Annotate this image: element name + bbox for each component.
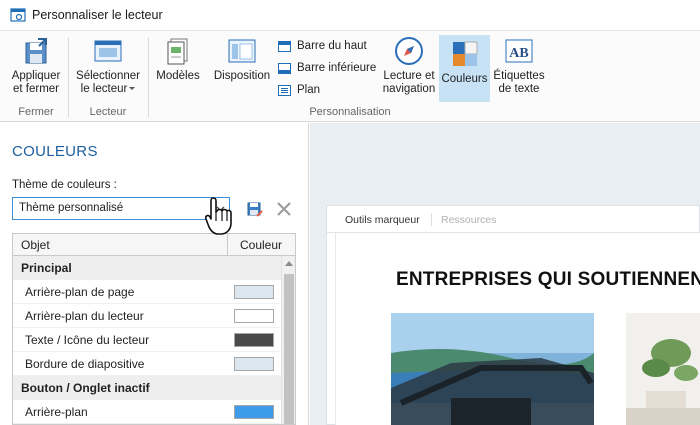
table-section: Principal [13,256,281,280]
outline-icon [278,84,291,96]
color-palette-icon [452,41,477,66]
ribbon-separator [68,37,69,117]
table-header: Objet Couleur [13,234,295,256]
colors-label: Couleurs [441,73,488,85]
theme-label: Thème de couleurs : [12,179,117,191]
table-scrollbar[interactable] [281,256,295,424]
scroll-up-icon[interactable] [285,261,293,266]
layout-button[interactable]: Disposition [210,35,274,83]
plant-photo [626,313,700,425]
app-icon [10,8,26,22]
tab-marker-tools[interactable]: Outils marqueur [345,214,420,226]
row-label: Bordure de diapositive [25,357,145,371]
scroll-thumb[interactable] [284,274,294,424]
layout-icon [228,39,256,63]
slide-title: ENTREPRISES QUI SOUTIENNENT [396,269,700,290]
section-label: Principal [21,261,72,275]
table-section: Bouton / Onglet inactif [13,376,281,400]
ribbon: Appliquer et fermer Fermer Sélectionner … [0,31,700,122]
row-label: Arrière-plan de page [25,285,135,299]
hand-cursor-icon [205,197,232,235]
bottom-bar-label: Barre inférieure [297,62,377,74]
window-title: Personnaliser le lecteur [32,8,163,22]
row-label: Arrière-plan [25,405,88,419]
preview-frame: Outils marqueur Ressources ENTREPRISES Q… [326,205,700,425]
colors-table: Objet Couleur Principal Arrière-plan de … [12,233,296,425]
column-header-object: Objet [21,238,50,252]
apply-line1: Appliquer [11,70,61,82]
player-window-icon [94,40,122,62]
top-bar-label: Barre du haut [297,40,367,52]
colors-button[interactable]: Couleurs [439,35,490,102]
group-label-customization: Personnalisation [309,106,391,118]
templates-icon [167,38,188,65]
title-bar: Personnaliser le lecteur [0,0,700,31]
color-swatch[interactable] [234,357,274,371]
tab-separator [431,213,432,226]
text-labels-button[interactable]: AB Étiquettes de texte [492,35,546,96]
row-label: Texte / Icône du lecteur [25,333,150,347]
theme-select[interactable]: Thème personnalisé [12,197,230,220]
playback-navigation-button[interactable]: Lecture et navigation [380,35,438,96]
colors-panel: COULEURS Thème de couleurs : Thème perso… [0,123,309,425]
apply-close-button[interactable]: Appliquer et fermer [8,35,64,96]
top-bar-button[interactable]: Barre du haut [278,40,367,52]
apply-line2: et fermer [12,83,59,95]
chevron-down-icon [129,87,136,91]
top-bar-icon [278,40,291,52]
slide: ENTREPRISES QUI SOUTIENNENT [335,233,700,425]
bottom-bar-icon [278,62,291,74]
outline-button[interactable]: Plan [278,84,320,96]
color-swatch[interactable] [234,309,274,323]
playback-line2: navigation [382,83,436,95]
row-label: Arrière-plan du lecteur [25,309,144,323]
save-publish-icon [25,38,47,64]
text-labels-icon: AB [505,39,533,63]
theme-select-value: Thème personnalisé [19,202,124,214]
table-row[interactable]: Arrière-plan [13,400,281,424]
color-swatch[interactable] [234,405,274,419]
text-labels-line1: Étiquettes [493,70,545,82]
save-theme-icon[interactable] [247,201,263,217]
templates-label: Modèles [156,70,200,82]
layout-label: Disposition [213,70,271,82]
select-player-button[interactable]: Sélectionner le lecteur [72,35,144,96]
templates-button[interactable]: Modèles [154,35,202,83]
svg-text:AB: AB [509,46,528,61]
table-row[interactable]: Texte / Icône du lecteur [13,328,281,352]
bottom-bar-button[interactable]: Barre inférieure [278,62,376,74]
delete-theme-icon[interactable] [276,201,292,217]
table-row[interactable]: Arrière-plan de page [13,280,281,304]
table-row[interactable]: Bordure de diapositive [13,352,281,376]
column-header-color: Couleur [227,234,295,256]
compass-icon [395,37,423,65]
panel-title: COULEURS [12,143,98,160]
preview-tabs: Outils marqueur Ressources [327,206,700,233]
ribbon-separator [148,37,149,117]
group-label-player: Lecteur [89,106,127,118]
table-row[interactable]: Arrière-plan du lecteur [13,304,281,328]
player-preview: Outils marqueur Ressources ENTREPRISES Q… [310,123,700,425]
section-label: Bouton / Onglet inactif [21,381,150,395]
car-photo [391,313,594,425]
select-player-line1: Sélectionner [76,70,140,82]
text-labels-line2: de texte [498,83,540,95]
color-swatch[interactable] [234,285,274,299]
select-player-line2: le lecteur [80,83,128,95]
color-swatch[interactable] [234,333,274,347]
table-rows: Principal Arrière-plan de page Arrière-p… [13,256,281,424]
outline-label: Plan [297,84,321,96]
group-label-close: Fermer [18,106,54,118]
playback-line1: Lecture et [383,70,435,82]
tab-resources[interactable]: Ressources [441,214,496,226]
